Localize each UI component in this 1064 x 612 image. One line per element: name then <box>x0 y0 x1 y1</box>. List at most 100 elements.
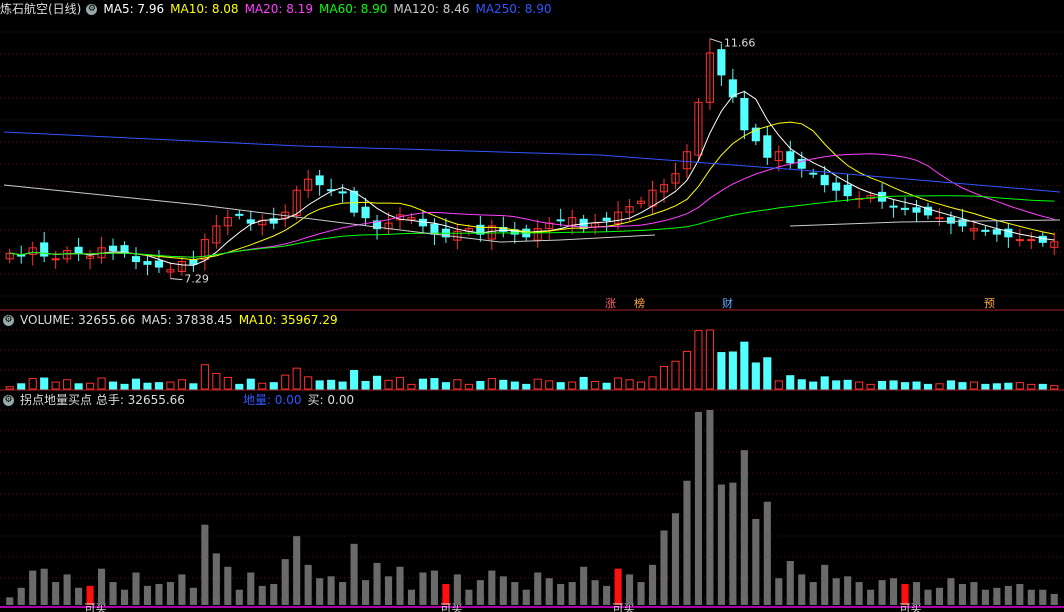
indicator-bar <box>752 518 760 605</box>
candle-body <box>786 151 795 164</box>
volume-bar <box>143 382 152 390</box>
volume-bar <box>246 378 255 390</box>
volume-bar <box>154 382 164 390</box>
event-tag-bang[interactable]: 榜 <box>633 297 646 310</box>
volume-bar <box>568 381 577 390</box>
indicator-bar <box>98 568 106 605</box>
volume-bar <box>763 357 772 390</box>
volume-bar <box>522 383 531 390</box>
indicator-bar <box>224 566 232 605</box>
indicator-bar <box>316 578 324 605</box>
volume-bar <box>786 375 795 390</box>
indicator-bar <box>350 543 358 605</box>
indicator-bar <box>832 578 840 605</box>
volume-bar <box>797 379 806 390</box>
indicator-bar <box>740 450 748 605</box>
volume-bars <box>5 329 1059 390</box>
indicator-bar <box>694 411 702 605</box>
volume-bar <box>476 380 485 390</box>
indicator-bar <box>603 585 611 605</box>
indicator-bar <box>63 574 71 605</box>
volume-bar <box>499 379 508 390</box>
candle-body <box>820 174 829 186</box>
volume-bar <box>315 380 324 390</box>
volume-bar <box>40 377 49 390</box>
indicator-bar <box>798 574 806 605</box>
volume-bar <box>487 378 496 390</box>
candle-body <box>843 184 852 197</box>
chart-canvas[interactable]: 可买 可买 可买 可买 11.66 7.29 <box>0 0 1064 612</box>
indicator-bar <box>981 589 989 605</box>
indicator-bar <box>786 561 794 605</box>
indicator-bar <box>132 572 140 605</box>
candle-body <box>143 261 152 265</box>
volume-bar <box>1015 382 1024 390</box>
indicator-bar <box>775 578 783 605</box>
volume-bar <box>464 383 473 390</box>
candle-body <box>556 219 565 222</box>
indicator-bar <box>867 589 875 605</box>
indicator-bar <box>855 582 863 605</box>
event-tag-zhang[interactable]: 涨 <box>604 297 617 310</box>
candle-body <box>235 213 244 216</box>
indicator-bar <box>557 583 565 605</box>
ma-lines <box>3 90 1061 266</box>
volume-bar <box>1027 383 1036 390</box>
indicator-bar <box>29 570 37 605</box>
indicator-bar <box>545 578 553 605</box>
volume-bar <box>889 380 898 390</box>
volume-bar <box>591 380 600 390</box>
volume-bar <box>292 367 301 390</box>
volume-bar <box>86 382 95 390</box>
candle-body <box>717 49 726 76</box>
candle-body <box>338 191 347 194</box>
indicator-bar <box>476 580 484 605</box>
volume-bar <box>212 372 221 390</box>
volume-bar <box>304 376 313 390</box>
indicator-bar <box>809 582 817 605</box>
volume-bar <box>223 376 232 390</box>
candle-body <box>981 229 990 232</box>
low-pointer <box>170 278 183 281</box>
volume-bar <box>441 382 450 390</box>
volume-bar <box>166 381 175 390</box>
volume-bar <box>556 382 565 390</box>
candle-body <box>108 245 118 252</box>
volume-bar <box>832 380 841 390</box>
volume-bar <box>407 383 416 390</box>
indicator-bar <box>844 576 852 605</box>
ma-line <box>9 195 1055 258</box>
volume-bar <box>614 377 623 390</box>
indicator-bar <box>488 570 496 605</box>
volume-bar <box>958 382 967 390</box>
volume-bar <box>510 381 519 390</box>
candle-body <box>946 217 956 224</box>
indicator-bars: 可买 可买 可买 可买 <box>6 410 1058 612</box>
candle-body <box>889 205 898 208</box>
indicator-bar <box>947 578 955 605</box>
indicator-bar <box>568 582 576 605</box>
volume-bar <box>1004 382 1013 390</box>
candle-body <box>189 259 198 265</box>
volume-bar <box>281 374 290 390</box>
indicator-bar <box>189 587 197 605</box>
volume-bar <box>579 376 588 390</box>
volume-bar <box>177 379 186 390</box>
indicator-bar <box>419 572 427 605</box>
event-tag-cai[interactable]: 财 <box>721 297 734 310</box>
volume-bar <box>269 382 278 390</box>
volume-bar <box>717 352 726 390</box>
indicator-bar <box>293 536 301 605</box>
event-tag-yu[interactable]: 预 <box>983 297 996 310</box>
low-price-label: 7.29 <box>184 273 209 286</box>
volume-bar <box>533 378 542 390</box>
indicator-bar <box>465 589 473 605</box>
volume-bar <box>51 381 60 390</box>
volume-bar <box>728 351 737 390</box>
candle-body <box>602 217 611 221</box>
volume-bar <box>28 378 37 390</box>
volume-bar <box>384 379 393 390</box>
volume-bar <box>809 381 818 390</box>
volume-bar <box>878 380 887 390</box>
ma-line <box>9 153 1055 258</box>
